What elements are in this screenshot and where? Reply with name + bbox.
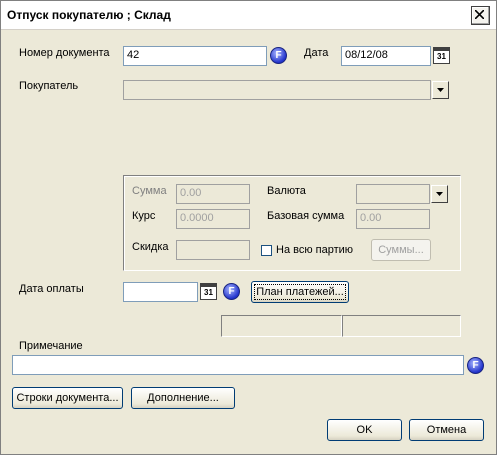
close-icon — [475, 10, 484, 19]
currency-label: Валюта — [267, 185, 306, 197]
rate-input[interactable]: 0.0000 — [176, 209, 250, 229]
doc-number-f-button[interactable]: F — [270, 47, 287, 64]
doc-number-label: Номер документа — [19, 47, 110, 59]
sums-button[interactable]: Суммы... — [371, 239, 431, 261]
chevron-down-icon — [436, 192, 443, 196]
doc-lines-button[interactable]: Строки документа... — [12, 387, 123, 409]
title-bar[interactable]: Отпуск покупателю ; Склад — [1, 1, 496, 30]
payment-date-input[interactable] — [123, 282, 198, 302]
calendar-icon-header — [201, 284, 216, 287]
payment-date-calendar-button[interactable]: 31 — [200, 283, 217, 300]
status-panel-right — [342, 315, 461, 337]
buyer-dropdown-button[interactable] — [432, 81, 449, 99]
sum-input[interactable]: 0.00 — [176, 184, 250, 204]
discount-label: Скидка — [132, 241, 169, 253]
extra-button[interactable]: Дополнение... — [131, 387, 235, 409]
close-button[interactable] — [471, 6, 490, 25]
window-title: Отпуск покупателю ; Склад — [7, 8, 171, 22]
payment-date-label: Дата оплаты — [19, 283, 84, 295]
whole-batch-label: На всю партию — [276, 244, 354, 256]
calendar-icon: 31 — [204, 288, 213, 297]
ok-button[interactable]: OK — [327, 419, 402, 441]
base-sum-input[interactable]: 0.00 — [356, 209, 430, 229]
currency-select[interactable] — [356, 184, 430, 204]
note-input[interactable] — [12, 355, 464, 375]
discount-input[interactable] — [176, 240, 250, 260]
payment-date-f-button[interactable]: F — [223, 283, 240, 300]
calendar-icon-header — [434, 48, 449, 51]
date-calendar-button[interactable]: 31 — [433, 47, 450, 64]
buyer-select[interactable] — [123, 80, 431, 100]
currency-dropdown-button[interactable] — [431, 185, 448, 203]
doc-number-input[interactable]: 42 — [123, 46, 267, 66]
cancel-button[interactable]: Отмена — [409, 419, 484, 441]
payment-plan-button[interactable]: План платежей... — [251, 281, 349, 303]
buyer-label: Покупатель — [19, 80, 79, 92]
date-label: Дата — [304, 47, 329, 59]
calendar-icon: 31 — [437, 52, 446, 61]
sum-label: Сумма — [132, 185, 167, 197]
whole-batch-checkbox[interactable] — [261, 245, 272, 256]
dialog-window: Отпуск покупателю ; Склад Номер документ… — [0, 0, 497, 455]
status-panel-left — [221, 315, 342, 337]
rate-label: Курс — [132, 210, 156, 222]
date-input[interactable]: 08/12/08 — [341, 46, 431, 66]
base-sum-label: Базовая сумма — [267, 210, 345, 222]
chevron-down-icon — [437, 88, 444, 92]
note-f-button[interactable]: F — [467, 357, 484, 374]
note-label: Примечание — [19, 340, 83, 352]
